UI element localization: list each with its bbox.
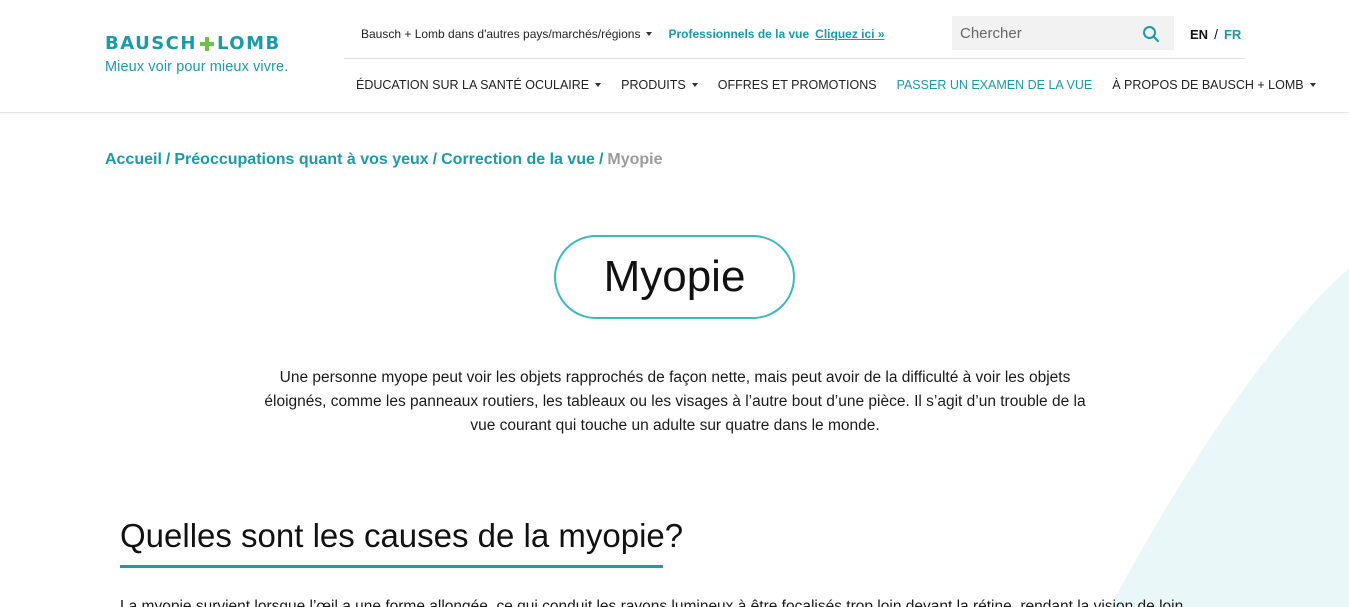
- search-icon[interactable]: [1142, 25, 1160, 43]
- breadcrumb-home[interactable]: Accueil: [105, 151, 162, 169]
- nav-about[interactable]: À PROPOS DE BAUSCH + LOMB: [1112, 78, 1316, 92]
- breadcrumb: Accueil / Préoccupations quant à vos yeu…: [105, 151, 663, 169]
- breadcrumb-separator: /: [598, 151, 604, 168]
- breadcrumb-vision-correction[interactable]: Correction de la vue: [441, 151, 595, 169]
- section-paragraph: La myopie survient lorsque l’œil a une f…: [120, 598, 1184, 607]
- logo-plus-icon: [199, 37, 214, 51]
- brand-logo[interactable]: BAUSCH LOMB Mieux voir pour mieux vivre.: [105, 33, 288, 75]
- nav-eye-exam[interactable]: PASSER UN EXAMEN DE LA VUE: [897, 78, 1093, 92]
- section-heading-underline: [120, 565, 663, 568]
- nav-offers[interactable]: OFFRES ET PROMOTIONS: [718, 78, 877, 92]
- page-title-pill: Myopie: [554, 235, 795, 319]
- utility-bar: Bausch + Lomb dans d'autres pays/marchés…: [361, 26, 885, 42]
- main-nav: ÉDUCATION SUR LA SANTÉ OCULAIRE PRODUITS…: [356, 78, 1336, 92]
- region-selector[interactable]: Bausch + Lomb dans d'autres pays/marchés…: [361, 27, 653, 41]
- intro-paragraph: Une personne myope peut voir les objets …: [264, 369, 1086, 434]
- language-switcher: EN / FR: [1190, 26, 1241, 42]
- breadcrumb-current: Myopie: [607, 151, 663, 168]
- chevron-down-icon: [691, 83, 698, 87]
- search-input[interactable]: [952, 16, 1132, 50]
- lang-en[interactable]: EN: [1190, 27, 1208, 42]
- professionals-link[interactable]: Cliquez ici »: [815, 27, 884, 41]
- nav-eye-health[interactable]: ÉDUCATION SUR LA SANTÉ OCULAIRE: [356, 78, 602, 92]
- page-title: Myopie: [603, 252, 746, 301]
- lang-separator: /: [1214, 26, 1218, 42]
- site-header: BAUSCH LOMB Mieux voir pour mieux vivre.…: [0, 0, 1349, 113]
- chevron-down-icon: [646, 32, 653, 36]
- breadcrumb-separator: /: [165, 151, 171, 168]
- breadcrumb-eye-concerns[interactable]: Préoccupations quant à vos yeux: [174, 151, 428, 169]
- logo-wordmark: BAUSCH LOMB: [105, 33, 281, 54]
- lang-fr[interactable]: FR: [1224, 27, 1241, 42]
- chevron-down-icon: [595, 83, 602, 87]
- header-divider: [344, 58, 1245, 59]
- section-heading: Quelles sont les causes de la myopie?: [120, 517, 684, 554]
- professionals-label: Professionnels de la vue: [668, 27, 810, 41]
- search-box: [952, 16, 1174, 50]
- breadcrumb-separator: /: [432, 151, 438, 168]
- chevron-down-icon: [1309, 83, 1316, 87]
- logo-tagline: Mieux voir pour mieux vivre.: [105, 59, 289, 75]
- nav-products[interactable]: PRODUITS: [621, 78, 698, 92]
